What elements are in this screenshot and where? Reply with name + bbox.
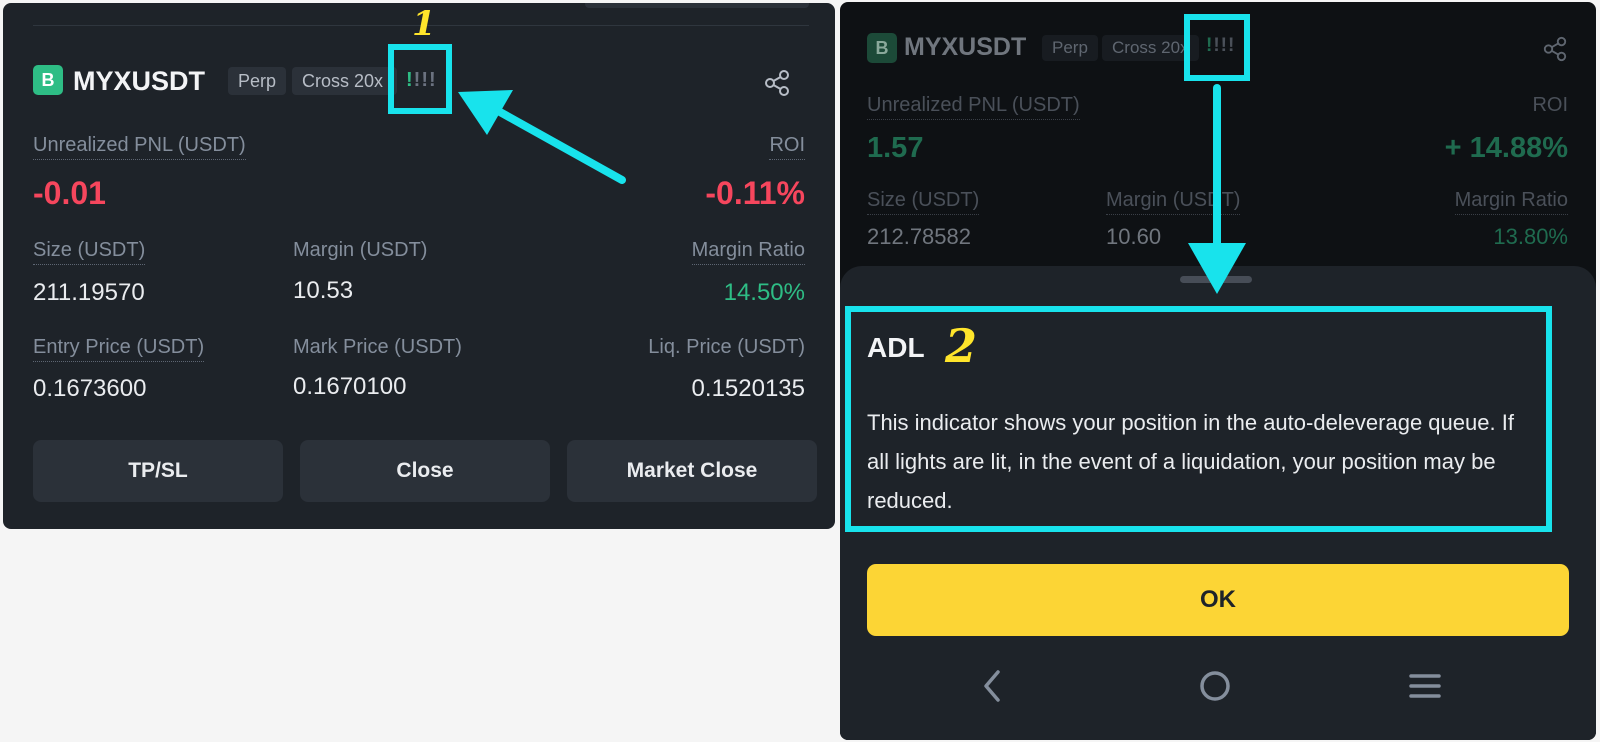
highlight-box-adl-right bbox=[1184, 14, 1250, 81]
margin-value: 10.60 bbox=[1106, 224, 1162, 249]
unrealized-pnl-value: 1.57 bbox=[867, 132, 924, 164]
roi-value: -0.11% bbox=[705, 175, 805, 211]
exchange-logo-icon: B bbox=[33, 65, 63, 95]
liq-price-value: 0.1520135 bbox=[691, 375, 805, 402]
home-nav-icon[interactable] bbox=[1197, 668, 1233, 704]
perp-tag: Perp bbox=[1042, 35, 1098, 61]
perp-tag: Perp bbox=[228, 67, 287, 95]
margin-ratio-value: 13.80% bbox=[1493, 224, 1568, 249]
margin-ratio-label[interactable]: Margin Ratio bbox=[691, 239, 805, 265]
margin-ratio-label: Margin Ratio bbox=[1454, 189, 1568, 215]
share-icon[interactable] bbox=[763, 69, 791, 97]
ok-button[interactable]: OK bbox=[867, 564, 1569, 636]
roi-label[interactable]: ROI bbox=[769, 134, 805, 160]
mark-price-value: 0.1670100 bbox=[293, 373, 407, 400]
annotation-marker-1: 1 bbox=[412, 4, 436, 44]
margin-value: 10.53 bbox=[293, 277, 354, 304]
margin-ratio-value: 14.50% bbox=[723, 279, 805, 306]
margin-label: Margin (USDT) bbox=[1106, 189, 1241, 215]
mark-price-label: Mark Price (USDT) bbox=[293, 336, 462, 358]
entry-price-value: 0.1673600 bbox=[33, 375, 147, 402]
size-label: Size (USDT) bbox=[867, 189, 980, 215]
back-nav-icon[interactable] bbox=[978, 668, 1006, 704]
entry-price-label[interactable]: Entry Price (USDT) bbox=[33, 336, 205, 362]
liq-price-label: Liq. Price (USDT) bbox=[648, 336, 805, 358]
symbol-name: MYXUSDT bbox=[904, 33, 1027, 61]
drag-handle[interactable] bbox=[1180, 276, 1252, 283]
tpsl-button[interactable]: TP/SL bbox=[33, 440, 283, 502]
menu-nav-icon[interactable] bbox=[1408, 668, 1442, 704]
size-label[interactable]: Size (USDT) bbox=[33, 239, 146, 265]
annotation-marker-2: 2 bbox=[945, 319, 978, 373]
cross-leverage-tag[interactable]: Cross 20x bbox=[292, 67, 398, 95]
unrealized-pnl-label: Unrealized PNL (USDT) bbox=[867, 94, 1080, 120]
unrealized-pnl-label[interactable]: Unrealized PNL (USDT) bbox=[33, 134, 246, 160]
market-close-button[interactable]: Market Close bbox=[567, 440, 817, 502]
unrealized-pnl-value: -0.01 bbox=[33, 175, 106, 211]
top-bar bbox=[585, 3, 809, 8]
share-icon[interactable] bbox=[1542, 36, 1568, 62]
close-button[interactable]: Close bbox=[300, 440, 550, 502]
roi-value: + 14.88% bbox=[1444, 132, 1568, 164]
size-value: 211.19570 bbox=[33, 279, 145, 306]
exchange-logo-icon: B bbox=[867, 33, 897, 63]
margin-label: Margin (USDT) bbox=[293, 239, 428, 261]
size-value: 212.78582 bbox=[867, 224, 971, 249]
symbol-name[interactable]: MYXUSDT bbox=[73, 66, 205, 97]
highlight-box-adl-left bbox=[388, 44, 452, 114]
roi-label: ROI bbox=[1532, 94, 1568, 116]
